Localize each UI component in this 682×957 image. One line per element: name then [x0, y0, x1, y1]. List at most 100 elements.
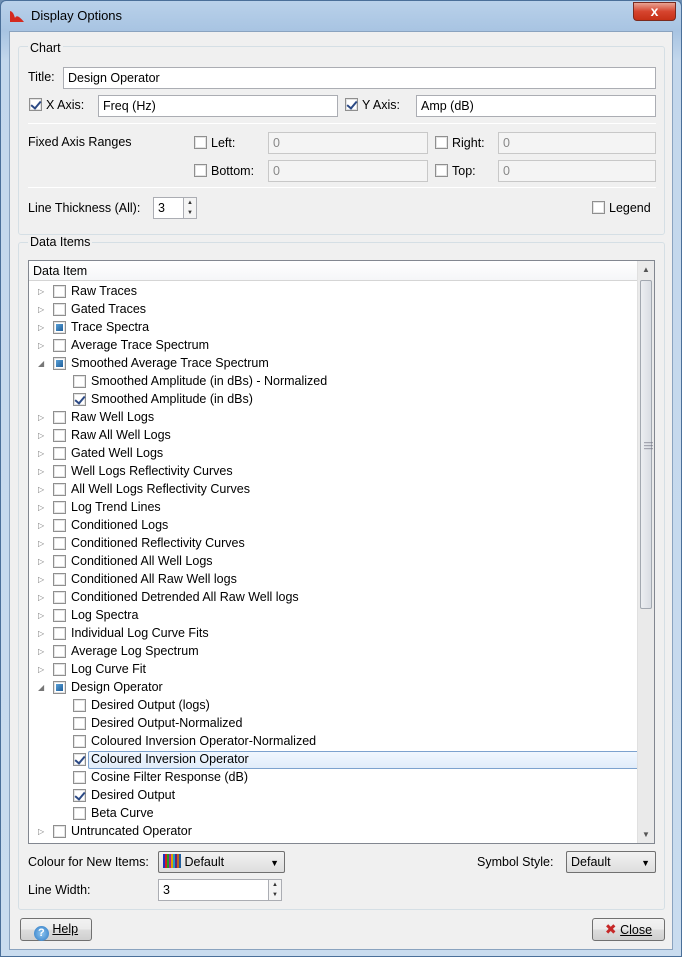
tree-row[interactable]: ▷ Log Spectra: [29, 607, 637, 625]
scroll-down-icon[interactable]: ▼: [638, 826, 654, 843]
tree-row[interactable]: ▷ Conditioned Detrended All Raw Well logs: [29, 589, 637, 607]
tree-row-checkbox[interactable]: [53, 519, 66, 532]
collapsed-triangle-icon[interactable]: ▷: [38, 539, 47, 548]
tree-row[interactable]: ▷ Conditioned Logs: [29, 517, 637, 535]
collapsed-triangle-icon[interactable]: ▷: [38, 467, 47, 476]
tree-row[interactable]: ◢ Smoothed Average Trace Spectrum: [29, 355, 637, 373]
collapsed-triangle-icon[interactable]: ▷: [38, 305, 47, 314]
tree-row[interactable]: ◢ Design Operator: [29, 679, 637, 697]
bottom-input[interactable]: 0: [268, 160, 428, 182]
title-input[interactable]: Design Operator: [63, 67, 656, 89]
collapsed-triangle-icon[interactable]: ▷: [38, 557, 47, 566]
expanded-triangle-icon[interactable]: ◢: [38, 683, 47, 692]
expanded-triangle-icon[interactable]: ◢: [38, 359, 47, 368]
tree-row-checkbox[interactable]: [53, 483, 66, 496]
collapsed-triangle-icon[interactable]: ▷: [38, 287, 47, 296]
collapsed-triangle-icon[interactable]: ▷: [38, 575, 47, 584]
data-items-tree[interactable]: Data Item ▷ Raw Traces ▷ Gated Traces ▷ Trace…: [28, 260, 655, 844]
tree-row[interactable]: Desired Output-Normalized: [29, 715, 637, 733]
collapsed-triangle-icon[interactable]: ▷: [38, 629, 47, 638]
tree-row[interactable]: Smoothed Amplitude (in dBs) - Normalized: [29, 373, 637, 391]
collapsed-triangle-icon[interactable]: ▷: [38, 341, 47, 350]
tree-row-checkbox[interactable]: [73, 789, 86, 802]
tree-row[interactable]: Coloured Inversion Operator-Normalized: [29, 733, 637, 751]
tree-row-checkbox[interactable]: [73, 771, 86, 784]
help-button[interactable]: ? Help: [20, 918, 92, 941]
spin-up-icon[interactable]: ▲: [269, 880, 281, 890]
y-axis-input[interactable]: Amp (dB): [416, 95, 656, 117]
tree-row[interactable]: ▷ Well Logs Reflectivity Curves: [29, 463, 637, 481]
tree-row-checkbox[interactable]: [73, 375, 86, 388]
collapsed-triangle-icon[interactable]: ▷: [38, 611, 47, 620]
tree-row[interactable]: Desired Output (logs): [29, 697, 637, 715]
tree-row[interactable]: ▷ Log Trend Lines: [29, 499, 637, 517]
tree-row[interactable]: ▷ Log Curve Fit: [29, 661, 637, 679]
tree-row-checkbox[interactable]: [73, 735, 86, 748]
tree-row[interactable]: ▷ Untruncated Operator: [29, 823, 637, 841]
spin-down-icon[interactable]: ▼: [269, 890, 281, 900]
tree-row-checkbox[interactable]: [53, 681, 66, 694]
spin-down-icon[interactable]: ▼: [184, 208, 196, 218]
tree-row-checkbox[interactable]: [53, 285, 66, 298]
tree-row-checkbox[interactable]: [73, 753, 86, 766]
colour-dropdown[interactable]: Default ▼: [158, 851, 285, 873]
line-width-input[interactable]: 3: [158, 879, 269, 901]
symbol-style-dropdown[interactable]: Default ▼: [566, 851, 656, 873]
tree-row-checkbox[interactable]: [53, 537, 66, 550]
tree-row-checkbox[interactable]: [53, 339, 66, 352]
column-header-data-item[interactable]: Data Item: [29, 261, 637, 281]
tree-row[interactable]: ▷ Conditioned All Raw Well logs: [29, 571, 637, 589]
tree-row-checkbox[interactable]: [53, 645, 66, 658]
tree-row-checkbox[interactable]: [53, 429, 66, 442]
right-checkbox[interactable]: [435, 136, 448, 149]
tree-row[interactable]: ▷ Raw Traces: [29, 283, 637, 301]
collapsed-triangle-icon[interactable]: ▷: [38, 665, 47, 674]
y-axis-checkbox[interactable]: [345, 98, 358, 111]
tree-row-checkbox[interactable]: [73, 699, 86, 712]
tree-row-checkbox[interactable]: [53, 663, 66, 676]
collapsed-triangle-icon[interactable]: ▷: [38, 449, 47, 458]
tree-row-checkbox[interactable]: [53, 357, 66, 370]
scrollbar-thumb[interactable]: — — —: [640, 280, 653, 609]
tree-row-checkbox[interactable]: [73, 393, 86, 406]
tree-row[interactable]: ▷ Gated Well Logs: [29, 445, 637, 463]
spin-up-icon[interactable]: ▲: [184, 198, 196, 208]
tree-row-checkbox[interactable]: [73, 807, 86, 820]
tree-row[interactable]: ▷ Average Log Spectrum: [29, 643, 637, 661]
collapsed-triangle-icon[interactable]: ▷: [38, 593, 47, 602]
tree-row[interactable]: ▷ All Well Logs Reflectivity Curves: [29, 481, 637, 499]
close-button[interactable]: ✖ Close: [592, 918, 665, 941]
left-input[interactable]: 0: [268, 132, 428, 154]
collapsed-triangle-icon[interactable]: ▷: [38, 413, 47, 422]
tree-row[interactable]: Coloured Inversion Operator: [29, 751, 639, 769]
tree-row[interactable]: ▷ Raw All Well Logs: [29, 427, 637, 445]
top-checkbox[interactable]: [435, 164, 448, 177]
tree-row-checkbox[interactable]: [53, 465, 66, 478]
x-axis-input[interactable]: Freq (Hz): [98, 95, 338, 117]
tree-row-checkbox[interactable]: [53, 555, 66, 568]
tree-row-checkbox[interactable]: [53, 609, 66, 622]
collapsed-triangle-icon[interactable]: ▷: [38, 431, 47, 440]
bottom-checkbox[interactable]: [194, 164, 207, 177]
tree-row[interactable]: ▷ Conditioned Reflectivity Curves: [29, 535, 637, 553]
tree-scrollbar[interactable]: ▲ — — — ▼: [637, 261, 654, 843]
collapsed-triangle-icon[interactable]: ▷: [38, 503, 47, 512]
tree-row[interactable]: ▷ Gated Traces: [29, 301, 637, 319]
right-input[interactable]: 0: [498, 132, 656, 154]
tree-row-checkbox[interactable]: [53, 303, 66, 316]
tree-row-checkbox[interactable]: [73, 717, 86, 730]
tree-row[interactable]: Desired Output: [29, 787, 637, 805]
collapsed-triangle-icon[interactable]: ▷: [38, 647, 47, 656]
title-bar[interactable]: Display Options x: [1, 1, 681, 31]
tree-row-checkbox[interactable]: [53, 501, 66, 514]
collapsed-triangle-icon[interactable]: ▷: [38, 827, 47, 836]
tree-row[interactable]: ▷ Trace Spectra: [29, 319, 637, 337]
scroll-up-icon[interactable]: ▲: [638, 261, 654, 278]
collapsed-triangle-icon[interactable]: ▷: [38, 485, 47, 494]
tree-row[interactable]: Smoothed Amplitude (in dBs): [29, 391, 637, 409]
collapsed-triangle-icon[interactable]: ▷: [38, 521, 47, 530]
tree-row-checkbox[interactable]: [53, 411, 66, 424]
tree-row[interactable]: ▷ Conditioned All Well Logs: [29, 553, 637, 571]
tree-row-checkbox[interactable]: [53, 447, 66, 460]
line-width-spinner[interactable]: ▲ ▼: [268, 879, 282, 901]
